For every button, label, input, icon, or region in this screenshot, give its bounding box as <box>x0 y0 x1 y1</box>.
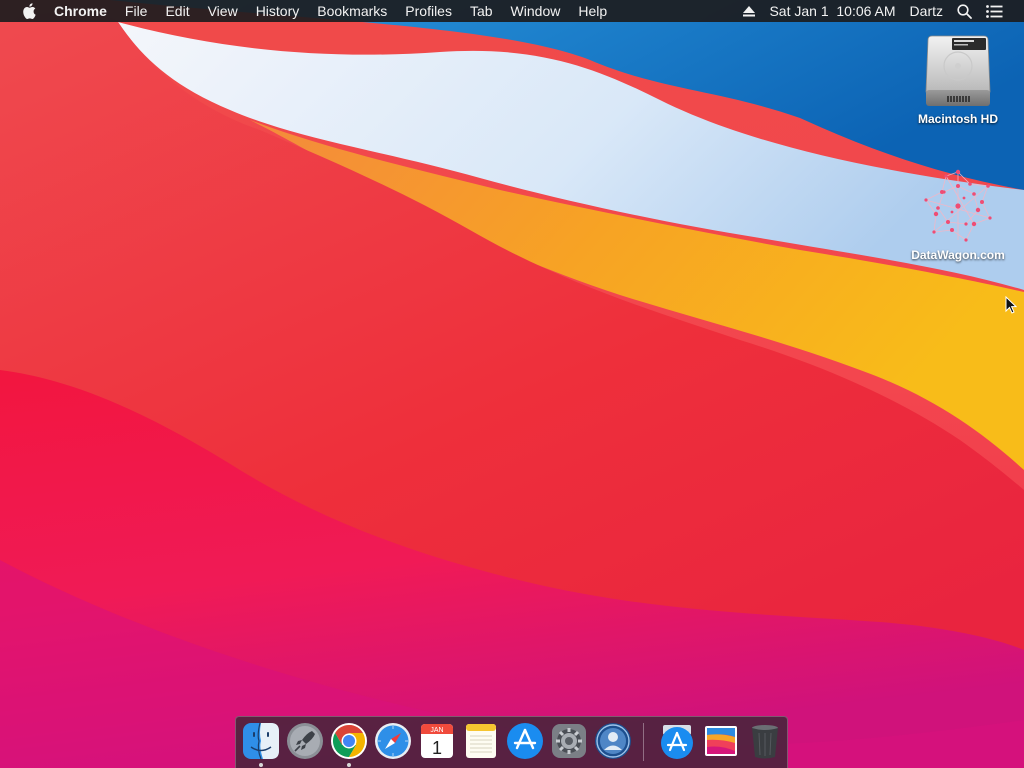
app-store-icon <box>507 723 543 759</box>
datawagon-icon <box>918 166 998 246</box>
app-store-downloads-icon <box>661 725 693 759</box>
dock-finder[interactable] <box>241 721 281 761</box>
menubar-clock[interactable]: Sat Jan 1 10:06 AM <box>762 0 902 22</box>
trash-icon <box>752 725 778 759</box>
apple-menu-icon[interactable] <box>19 0 39 22</box>
desktop-wallpaper <box>0 0 1024 768</box>
calendar-day: 1 <box>432 738 442 758</box>
dock-system-preferences[interactable] <box>549 721 589 761</box>
dock-chrome[interactable] <box>329 721 369 761</box>
dock-notes[interactable] <box>461 721 501 761</box>
dock-big-sur-installer[interactable] <box>701 721 741 761</box>
desktop-icon-label: DataWagon.com <box>911 248 1005 262</box>
menu-history[interactable]: History <box>247 0 309 22</box>
desktop-icon-label: Macintosh HD <box>917 112 998 126</box>
dock-launchpad[interactable] <box>285 721 325 761</box>
dock-app-store[interactable] <box>505 721 545 761</box>
menu-bookmarks[interactable]: Bookmarks <box>308 0 396 22</box>
chrome-icon <box>331 723 367 759</box>
big-sur-installer-icon <box>705 726 737 756</box>
dock-running-indicator <box>259 763 263 767</box>
notes-icon <box>466 724 496 758</box>
menu-window[interactable]: Window <box>502 0 570 22</box>
menu-app-name[interactable]: Chrome <box>54 0 116 22</box>
dock-running-indicator <box>347 763 351 767</box>
menu-tab[interactable]: Tab <box>461 0 502 22</box>
eject-icon[interactable] <box>736 0 762 22</box>
launchpad-icon <box>287 723 323 759</box>
dock-safari[interactable] <box>373 721 413 761</box>
calendar-icon: JAN 1 <box>421 724 453 758</box>
menu-bar: Chrome File Edit View History Bookmarks … <box>0 0 1024 22</box>
hard-drive-icon <box>918 30 998 110</box>
dock: JAN 1 <box>235 716 788 768</box>
dock-app-store-downloads[interactable] <box>657 721 697 761</box>
menu-view[interactable]: View <box>199 0 247 22</box>
desktop-icon-datawagon[interactable]: DataWagon.com <box>898 166 1018 264</box>
dock-directory-utility[interactable] <box>593 721 633 761</box>
dock-trash[interactable] <box>745 721 785 761</box>
dock-separator <box>643 723 644 761</box>
menu-file[interactable]: File <box>116 0 157 22</box>
dock-calendar[interactable]: JAN 1 <box>417 721 457 761</box>
menu-profiles[interactable]: Profiles <box>396 0 461 22</box>
finder-icon <box>243 722 279 760</box>
mouse-cursor-icon <box>1005 296 1017 314</box>
notification-center-icon[interactable] <box>979 0 1010 22</box>
menu-help[interactable]: Help <box>569 0 616 22</box>
directory-utility-icon <box>595 723 631 759</box>
calendar-month: JAN <box>430 727 443 734</box>
menu-edit[interactable]: Edit <box>156 0 198 22</box>
safari-icon <box>375 723 411 759</box>
system-preferences-icon <box>552 724 586 758</box>
spotlight-search-icon[interactable] <box>950 0 979 22</box>
menubar-user[interactable]: Dartz <box>903 0 950 22</box>
desktop-icon-macintosh-hd[interactable]: Macintosh HD <box>898 30 1018 128</box>
